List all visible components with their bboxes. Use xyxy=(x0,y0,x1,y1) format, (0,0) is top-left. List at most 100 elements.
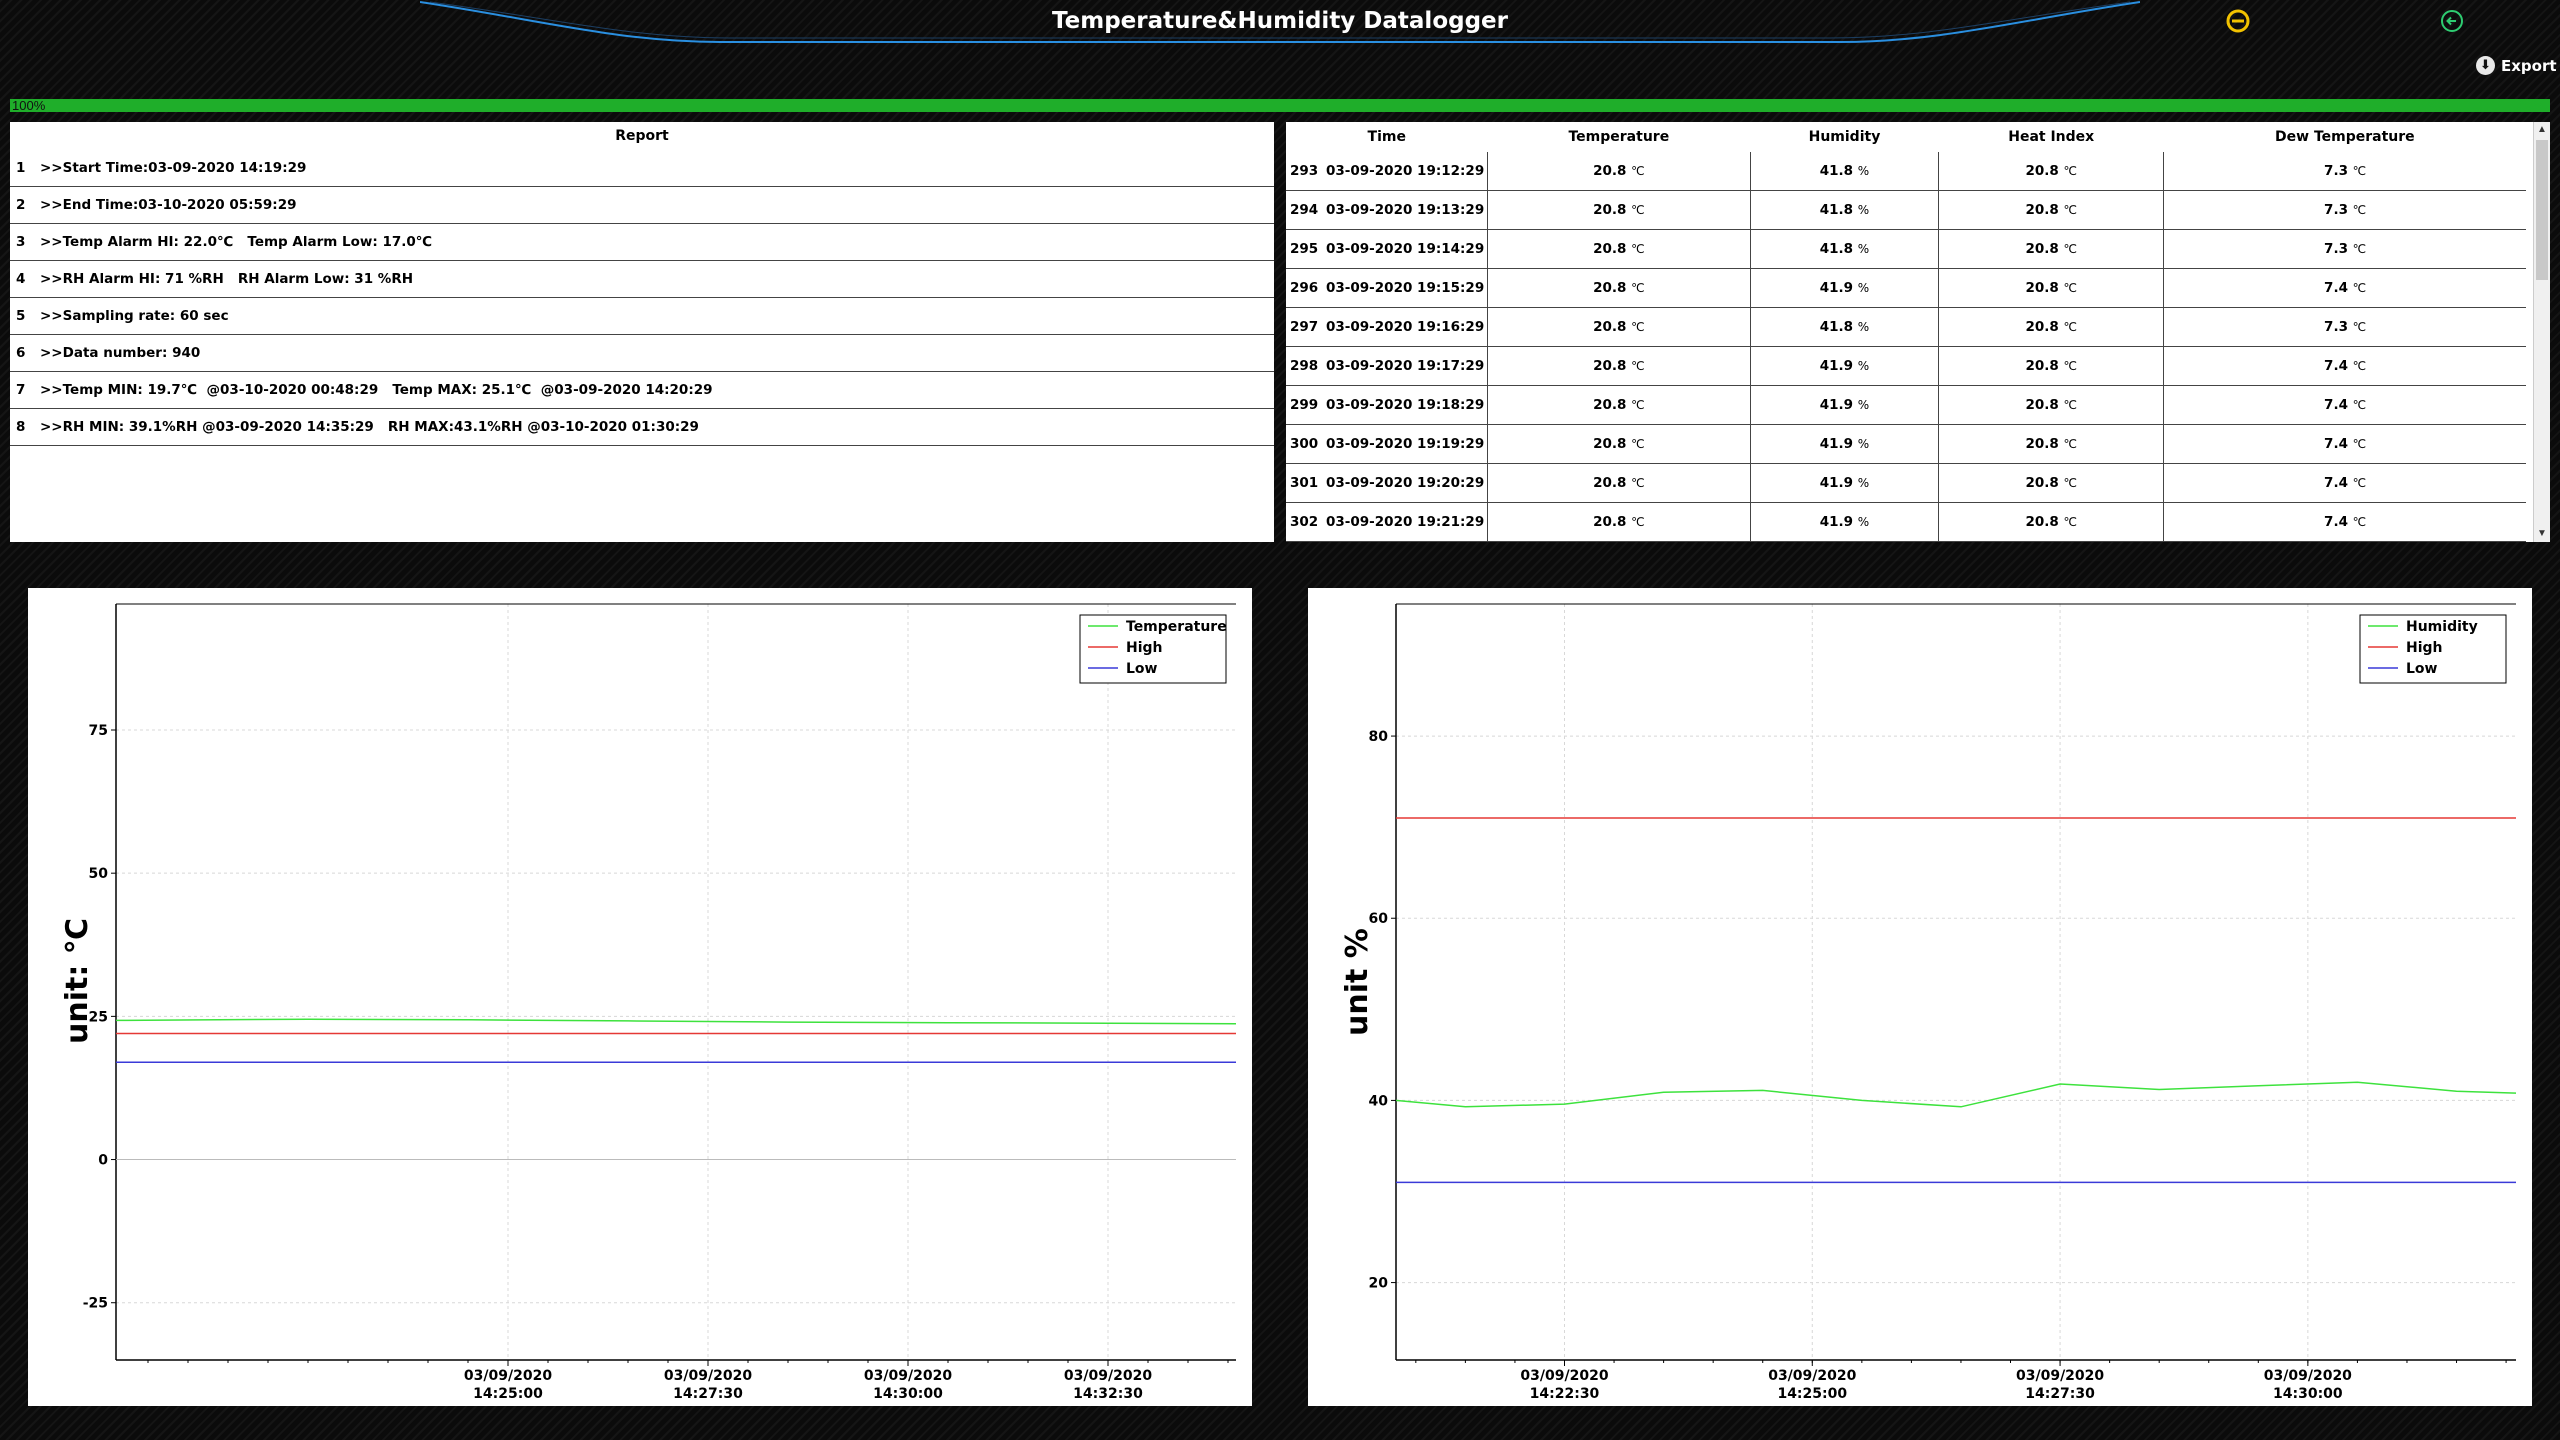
table-row[interactable]: 297 03-09-2020 19:16:29 20.8 ℃ 41.8 % 20.8 ℃… xyxy=(1286,307,2526,347)
y-tick-label: 80 xyxy=(1369,729,1389,745)
report-row-text: >>End Time:03-10-2020 05:59:29 xyxy=(40,197,297,213)
report-row-text: >>Sampling rate: 60 sec xyxy=(40,308,229,324)
table-row[interactable]: 294 03-09-2020 19:13:29 20.8 ℃ 41.8 % 20.8 ℃… xyxy=(1286,190,2526,230)
row-index: 294 xyxy=(1286,190,1325,230)
humidity-value: 41.9 xyxy=(1819,514,1854,530)
humidity-cell: 41.8 % xyxy=(1749,229,1939,269)
table-row[interactable]: 300 03-09-2020 19:19:29 20.8 ℃ 41.9 % 20.8 ℃… xyxy=(1286,424,2526,464)
humidity-unit: % xyxy=(1857,203,1870,217)
temperature-cell: 20.8 ℃ xyxy=(1487,190,1751,230)
humidity-value: 41.9 xyxy=(1819,280,1854,296)
dew-temperature-value: 7.4 xyxy=(2324,475,2348,491)
report-panel: Report 1 >>Start Time:03-09-2020 14:19:29… xyxy=(10,122,1274,542)
x-tick-label-time: 14:32:30 xyxy=(1073,1386,1143,1402)
dew-temperature-cell: 7.3 ℃ xyxy=(2163,307,2526,347)
minimize-button[interactable] xyxy=(2226,9,2250,33)
heat-index-cell: 20.8 ℃ xyxy=(1938,424,2164,464)
humidity-chart-plot: 80 60 40 20 03/09/2020 14:22:30 03/09/2020 14:2… xyxy=(1369,603,2517,1402)
humidity-unit: % xyxy=(1857,242,1870,256)
table-row[interactable]: 295 03-09-2020 19:14:29 20.8 ℃ 41.8 % 20.8 ℃… xyxy=(1286,229,2526,269)
humidity-value: 41.9 xyxy=(1819,436,1854,452)
report-row-text: >>Temp Alarm HI: 22.0℃ Temp Alarm Low: 1… xyxy=(40,234,433,250)
time-cell: 03-09-2020 19:22:29 xyxy=(1325,541,1488,542)
dew-temperature-value: 7.3 xyxy=(2324,319,2348,335)
humidity-unit: % xyxy=(1857,515,1870,529)
humidity-value: 41.8 xyxy=(1819,241,1854,257)
report-header: Report xyxy=(615,128,669,144)
table-row[interactable]: 293 03-09-2020 19:12:29 20.8 ℃ 41.8 % 20.8 ℃… xyxy=(1286,152,2526,191)
row-index: 299 xyxy=(1286,385,1325,425)
column-header-temperature[interactable]: Temperature xyxy=(1488,122,1751,152)
temperature-value: 20.8 xyxy=(1593,280,1627,296)
humidity-cell: 41.8 % xyxy=(1749,307,1939,347)
y-tick-label: 0 xyxy=(98,1153,108,1169)
heat-index-cell: 20.8 ℃ xyxy=(1938,502,2164,542)
dew-temperature-cell: 7.3 ℃ xyxy=(2163,229,2526,269)
column-header-dew-temperature[interactable]: Dew Temperature xyxy=(2164,122,2526,152)
humidity-value: 41.9 xyxy=(1819,475,1854,491)
dew-temperature-unit: ℃ xyxy=(2352,398,2367,412)
humidity-unit: % xyxy=(1857,476,1870,490)
table-row[interactable]: 298 03-09-2020 19:17:29 20.8 ℃ 41.9 % 20.8 ℃… xyxy=(1286,346,2526,386)
scroll-thumb[interactable] xyxy=(2536,140,2548,280)
data-table: Time Temperature Humidity Heat Index Dew… xyxy=(1286,122,2526,542)
dew-temperature-cell: 7.3 ℃ xyxy=(2163,152,2526,191)
table-row[interactable]: 296 03-09-2020 19:15:29 20.8 ℃ 41.9 % 20.8 ℃… xyxy=(1286,268,2526,308)
temperature-y-axis-label: unit: ℃ xyxy=(60,917,95,1044)
temperature-unit: ℃ xyxy=(1631,164,1645,178)
title-bar: Temperature&Humidity Datalogger xyxy=(0,0,2560,48)
report-row-text: >>Data number: 940 xyxy=(40,345,201,361)
temperature-value: 20.8 xyxy=(1593,241,1627,257)
dew-temperature-value: 7.3 xyxy=(2324,241,2348,257)
table-row[interactable]: 30303-09-2020 19:22:2920.8 ℃41.9 %20.8 ℃… xyxy=(1286,541,2526,542)
humidity-value: 41.9 xyxy=(1819,358,1854,374)
humidity-value: 41.8 xyxy=(1819,319,1854,335)
humidity-value: 41.8 xyxy=(1819,202,1854,218)
heat-index-unit: ℃ xyxy=(2063,242,2077,256)
humidity-cell: 41.8 % xyxy=(1749,152,1939,191)
temperature-cell: 20.8 ℃ xyxy=(1487,268,1751,308)
x-tick-label-date: 03/09/2020 xyxy=(1768,1368,1856,1384)
temperature-cell: 20.8 ℃ xyxy=(1487,385,1751,425)
heat-index-unit: ℃ xyxy=(2063,203,2077,217)
table-row[interactable]: 301 03-09-2020 19:20:29 20.8 ℃ 41.9 % 20.8 ℃… xyxy=(1286,463,2526,503)
temperature-unit: ℃ xyxy=(1631,242,1645,256)
table-row[interactable]: 302 03-09-2020 19:21:29 20.8 ℃ 41.9 % 20.8 ℃… xyxy=(1286,502,2526,542)
column-header-time[interactable]: Time xyxy=(1286,122,1488,152)
dew-temperature-unit: ℃ xyxy=(2352,281,2367,295)
legend-label: Low xyxy=(1126,661,1158,677)
x-tick-label-date: 03/09/2020 xyxy=(864,1368,952,1384)
legend-label: High xyxy=(1126,640,1163,656)
report-row: 4 >>RH Alarm HI: 71 %RH RH Alarm Low: 31 … xyxy=(10,261,1274,298)
progress-label: 100% xyxy=(12,98,46,113)
dew-temperature-cell: 7.4 ℃ xyxy=(2163,268,2526,308)
legend-label: Temperature xyxy=(1126,619,1227,635)
time-cell: 03-09-2020 19:18:29 xyxy=(1325,385,1488,425)
time-cell: 03-09-2020 19:12:29 xyxy=(1325,152,1488,191)
export-button[interactable]: ⬇ Export xyxy=(2476,56,2557,75)
app-title: Temperature&Humidity Datalogger xyxy=(1052,8,1508,34)
heat-index-unit: ℃ xyxy=(2063,398,2077,412)
progress-fill xyxy=(10,99,2550,112)
download-icon: ⬇ xyxy=(2476,56,2495,75)
table-scrollbar[interactable]: ▲ ▼ xyxy=(2533,122,2550,542)
x-tick-label-date: 03/09/2020 xyxy=(2016,1368,2104,1384)
heat-index-unit: ℃ xyxy=(2063,164,2077,178)
y-tick-label: 50 xyxy=(89,866,109,882)
time-cell: 03-09-2020 19:13:29 xyxy=(1325,190,1488,230)
scroll-up-arrow-icon[interactable]: ▲ xyxy=(2534,122,2550,138)
heat-index-unit: ℃ xyxy=(2063,437,2077,451)
row-index: 298 xyxy=(1286,346,1325,386)
back-button[interactable] xyxy=(2440,9,2464,33)
dew-temperature-value: 7.4 xyxy=(2324,397,2348,413)
column-header-heat-index[interactable]: Heat Index xyxy=(1939,122,2164,152)
scroll-down-arrow-icon[interactable]: ▼ xyxy=(2534,526,2550,542)
table-row[interactable]: 299 03-09-2020 19:18:29 20.8 ℃ 41.9 % 20.8 ℃… xyxy=(1286,385,2526,425)
dew-temperature-cell: 7.4 ℃ xyxy=(2163,541,2526,542)
x-tick-label-time: 14:25:00 xyxy=(1777,1386,1847,1402)
row-index: 301 xyxy=(1286,463,1325,503)
temperature-unit: ℃ xyxy=(1631,281,1645,295)
y-tick-label: 75 xyxy=(89,723,108,739)
column-header-humidity[interactable]: Humidity xyxy=(1750,122,1939,152)
temperature-unit: ℃ xyxy=(1631,203,1645,217)
